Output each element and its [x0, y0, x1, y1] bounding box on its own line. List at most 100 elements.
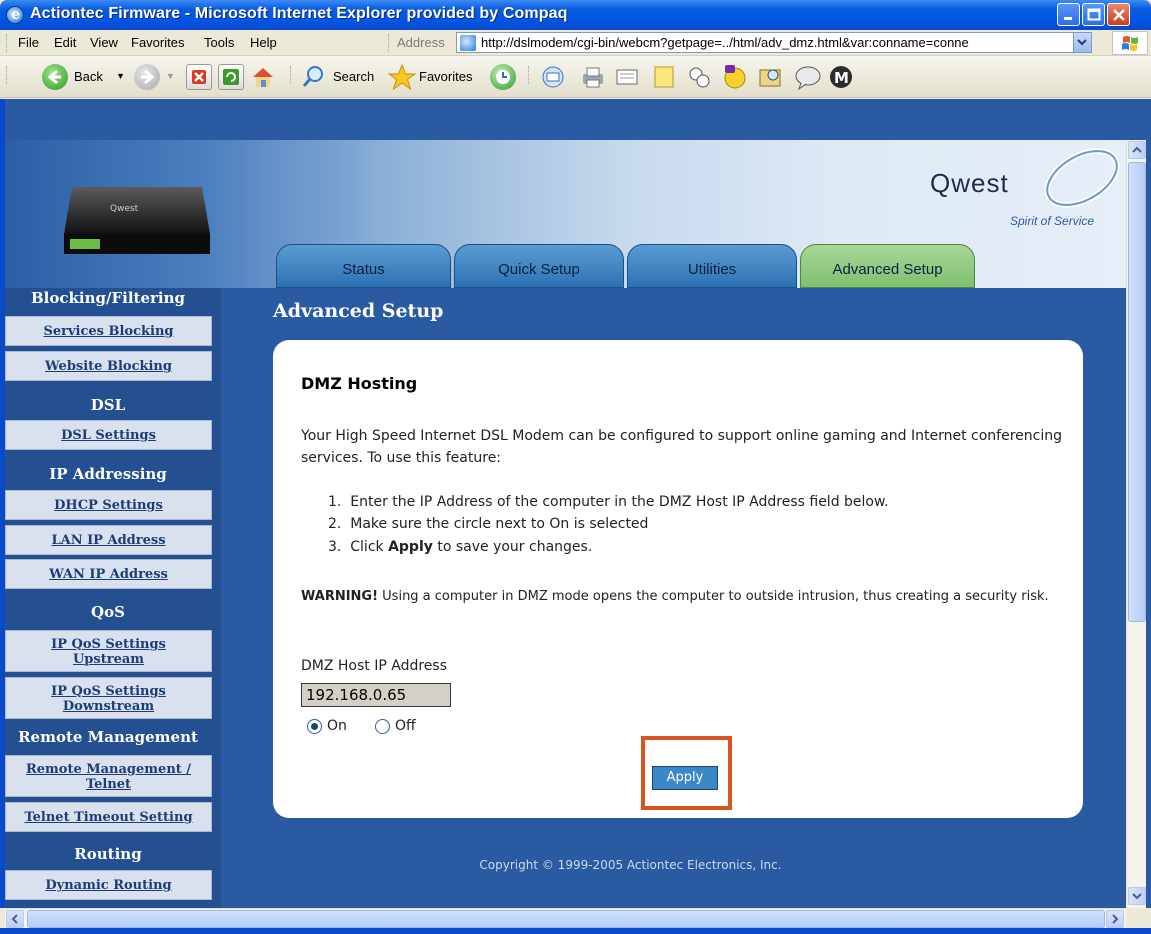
windows-logo-icon — [1112, 31, 1148, 55]
step-text: to save your changes. — [432, 539, 593, 555]
sidebar-item-website-blocking[interactable]: Website Blocking — [5, 351, 212, 381]
sidebar-item-qos-upstream[interactable]: IP QoS Settings Upstream — [5, 630, 212, 672]
standard-toolbar: Back ▼ ▼ Search Favorites M — [0, 56, 1151, 98]
favorites-star-icon[interactable] — [387, 63, 417, 91]
warning-label: WARNING! — [301, 589, 379, 604]
menu-view[interactable]: View — [90, 35, 118, 50]
forward-icon[interactable] — [134, 64, 160, 90]
step-text: Enter the IP Address of the computer in … — [350, 494, 889, 510]
menu-favorites[interactable]: Favorites — [131, 35, 184, 50]
research-icon[interactable] — [757, 64, 783, 90]
yahoo-messenger-icon[interactable] — [722, 64, 748, 90]
sidebar-heading-qos: QoS — [91, 603, 125, 621]
menu-edit[interactable]: Edit — [54, 35, 76, 50]
sidebar-item-services-blocking[interactable]: Services Blocking — [5, 316, 212, 346]
messenger-icon[interactable] — [686, 64, 712, 90]
modem-image: Qwest — [64, 187, 210, 254]
forward-history-dropdown[interactable]: ▼ — [166, 71, 175, 81]
horizontal-scrollbar[interactable] — [5, 908, 1126, 928]
tab-status[interactable]: Status — [276, 244, 451, 288]
search-icon[interactable] — [301, 64, 327, 90]
page-icon — [460, 35, 476, 51]
mail-icon[interactable] — [541, 64, 567, 90]
toolbar-separator — [528, 66, 531, 84]
tab-advanced-setup[interactable]: Advanced Setup — [800, 244, 975, 288]
refresh-icon[interactable] — [218, 64, 244, 90]
step-1: 1. Enter the IP Address of the computer … — [328, 494, 889, 510]
tab-utilities[interactable]: Utilities — [627, 244, 797, 288]
apply-button[interactable]: Apply — [652, 766, 718, 790]
scroll-left-button[interactable] — [6, 910, 24, 928]
address-dropdown-button[interactable] — [1073, 33, 1091, 52]
toolbar-separator — [290, 66, 293, 84]
tab-utilities-label: Utilities — [687, 261, 737, 278]
notes-icon[interactable] — [651, 64, 677, 90]
address-bar[interactable]: http://dslmodem/cgi-bin/webcm?getpage=..… — [456, 32, 1092, 53]
svg-text:M: M — [834, 69, 849, 87]
sidebar-item-qos-downstream[interactable]: IP QoS Settings Downstream — [5, 677, 212, 719]
sidebar-item-lan-ip-address[interactable]: LAN IP Address — [5, 525, 212, 555]
tab-status-label: Status — [342, 261, 385, 278]
scroll-right-button[interactable] — [1106, 910, 1124, 928]
maximize-button[interactable] — [1082, 3, 1105, 26]
close-window-button[interactable] — [1107, 3, 1130, 26]
address-label: Address — [397, 35, 445, 50]
radio-on[interactable] — [307, 719, 322, 734]
vertical-scrollbar[interactable] — [1126, 140, 1146, 908]
section-title: DMZ Hosting — [301, 374, 418, 393]
history-icon[interactable] — [490, 64, 516, 90]
favorites-button-label[interactable]: Favorites — [419, 69, 472, 84]
back-history-dropdown[interactable]: ▼ — [116, 71, 125, 81]
horizontal-scroll-thumb[interactable] — [27, 910, 1105, 928]
back-icon[interactable] — [42, 64, 68, 90]
warning-text: WARNING! Using a computer in DMZ mode op… — [301, 586, 1081, 608]
dmz-ip-label: DMZ Host IP Address — [301, 658, 448, 674]
tab-quick-setup-label: Quick Setup — [498, 261, 580, 278]
sidebar-heading-dsl: DSL — [90, 396, 126, 414]
sidebar-heading-ip-addressing: IP Addressing — [49, 465, 167, 483]
search-button-label[interactable]: Search — [333, 69, 374, 84]
menu-help[interactable]: Help — [250, 35, 277, 50]
minimize-button[interactable] — [1057, 3, 1080, 26]
print-icon[interactable] — [580, 64, 606, 90]
discuss-icon[interactable] — [793, 64, 821, 91]
sidebar-item-wan-ip-address[interactable]: WAN IP Address — [5, 559, 212, 589]
sidebar-item-dsl-settings[interactable]: DSL Settings — [5, 420, 212, 450]
msn-icon[interactable]: M — [828, 64, 854, 90]
toolbar-grip — [6, 34, 9, 52]
step-number: 3. — [328, 539, 342, 555]
toolbar-grip — [6, 66, 9, 84]
stop-icon[interactable] — [186, 64, 212, 90]
home-icon[interactable] — [250, 64, 276, 90]
sidebar-heading-remote-management: Remote Management — [18, 728, 198, 746]
radio-selected-dot — [311, 723, 318, 730]
radio-on-label: On — [327, 718, 347, 734]
step-text-bold: Apply — [388, 539, 433, 555]
scroll-up-button[interactable] — [1128, 141, 1146, 159]
toolbar-grip — [388, 34, 391, 52]
step-number: 1. — [328, 494, 342, 510]
qwest-logo: Qwest — [930, 168, 1009, 198]
sidebar-item-dynamic-routing[interactable]: Dynamic Routing — [5, 870, 212, 900]
radio-off[interactable] — [375, 719, 390, 734]
step-text: Make sure the circle next to On is selec… — [350, 516, 649, 532]
menu-file[interactable]: File — [18, 35, 39, 50]
window-title-bar: Actiontec Firmware - Microsoft Internet … — [0, 0, 1151, 30]
dmz-ip-input[interactable]: 192.168.0.65 — [301, 683, 451, 707]
scroll-down-button[interactable] — [1128, 887, 1146, 905]
sidebar-item-telnet-timeout[interactable]: Telnet Timeout Setting — [5, 802, 212, 832]
sidebar-item-remote-management-telnet[interactable]: Remote Management / Telnet — [5, 755, 212, 797]
radio-off-label: Off — [395, 718, 416, 734]
page-title: Advanced Setup — [273, 300, 444, 322]
back-button-label[interactable]: Back — [74, 69, 103, 84]
copyright-text: Copyright © 1999-2005 Actiontec Electron… — [479, 858, 782, 872]
tab-quick-setup[interactable]: Quick Setup — [454, 244, 624, 288]
address-input[interactable]: http://dslmodem/cgi-bin/webcm?getpage=..… — [481, 35, 1066, 50]
window-title: Actiontec Firmware - Microsoft Internet … — [30, 5, 568, 22]
edit-icon[interactable] — [614, 64, 640, 90]
sidebar-item-dhcp-settings[interactable]: DHCP Settings — [5, 490, 212, 520]
step-text: Click — [350, 539, 389, 555]
vertical-scroll-thumb[interactable] — [1128, 162, 1146, 622]
menu-tools[interactable]: Tools — [204, 35, 234, 50]
window-bottom-border — [0, 928, 1151, 934]
